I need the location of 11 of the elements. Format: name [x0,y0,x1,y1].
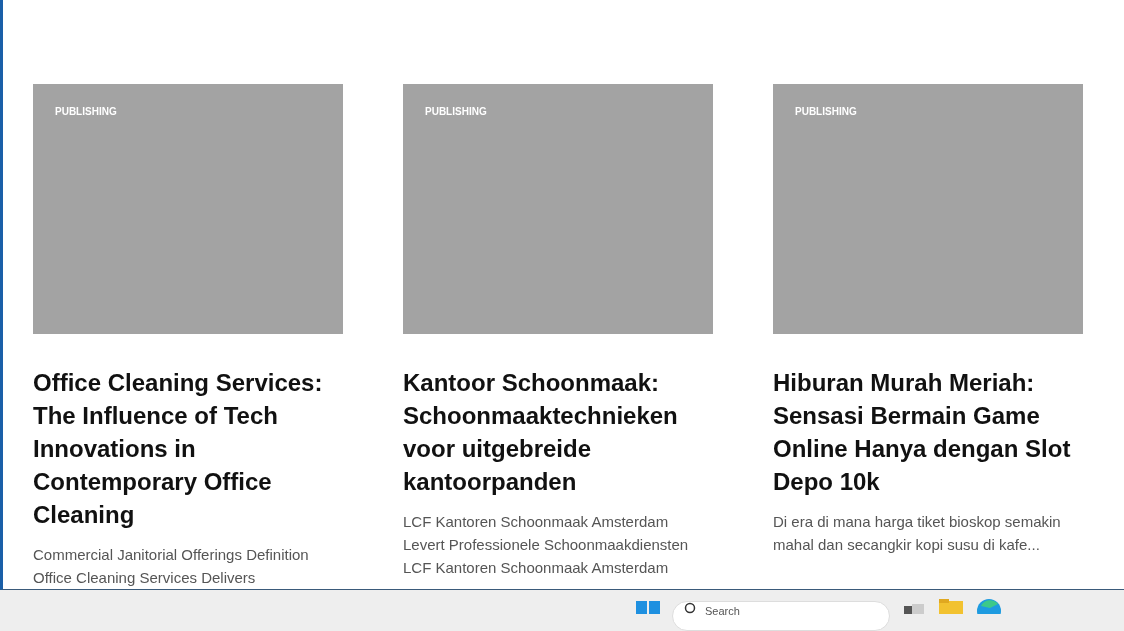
search-icon [684,602,698,616]
search-field[interactable]: Search [672,601,890,631]
folder-icon[interactable] [938,598,964,614]
post-title[interactable]: Kantoor Schoonmaak: Schoonmaaktechnieken voor uitgebreide kantoorpanden [403,366,713,498]
post-excerpt: Commercial Janitorial Offerings Definition Office Cleaning Services Delivers [33,545,310,588]
windows-start-icon[interactable] [636,598,660,614]
post-excerpt: LCF Kantoren Schoonmaak Amsterdam Levert Professionele Schoonmaakdiensten LCF Kantoren Schoonmaak Amsterdam [403,512,690,578]
browser-icon[interactable] [976,598,1002,614]
post-excerpt: Di era di mana harga tiket bioskop semakin mahal dan secangkir kopi susu di kafe... [773,512,1062,555]
post-title[interactable]: Office Cleaning Services: The Influence of Tech Innovations in Contemporary Office Cleaning [33,366,343,531]
post-title[interactable]: Hiburan Murah Meriah: Sensasi Bermain Game Online Hanya dengan Slot Depo 10k [773,366,1083,498]
